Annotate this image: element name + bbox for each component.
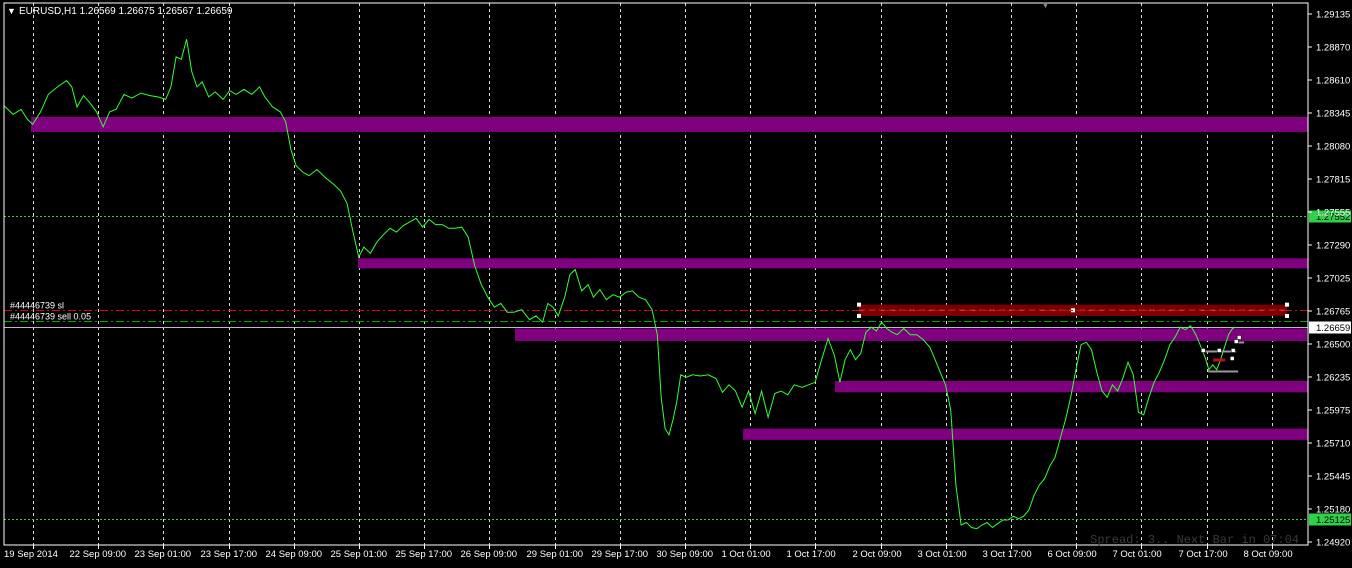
y-tick-label: 1.27815	[1316, 175, 1350, 186]
chart-canvas[interactable]: 1.275521.25125#44446739 sl#44446739 sell…	[0, 0, 1352, 563]
y-tick-label: 1.27555	[1316, 208, 1350, 219]
zone-rect	[358, 258, 1308, 269]
y-tick-label: 1.28610	[1316, 76, 1350, 87]
zone-handle	[1285, 302, 1290, 307]
y-tick-label: 1.26765	[1316, 307, 1350, 318]
x-tick-label: 2 Oct 09:00	[853, 549, 902, 560]
trade-marker-point	[1229, 356, 1235, 361]
x-tick-label: 8 Oct 09:00	[1244, 549, 1293, 560]
trade-marker-bar	[1208, 370, 1239, 373]
y-tick-label: 1.25975	[1316, 406, 1350, 417]
y-tick-label: 1.29135	[1316, 10, 1350, 21]
y-tick-label: 1.26235	[1316, 373, 1350, 384]
x-tick-label: 7 Oct 01:00	[1113, 549, 1162, 560]
order-label: #44446739 sell 0.05	[10, 312, 91, 322]
x-tick-label: 24 Sep 09:00	[266, 549, 323, 560]
zone-handle	[1285, 313, 1290, 318]
spread-info: Spread: 3.. Next Bar in 07:04	[1090, 533, 1299, 547]
order-label: #44446739 sl	[10, 301, 64, 311]
y-tick-label: 1.25180	[1316, 505, 1350, 516]
price-chart[interactable]: 1.27552 1.25125 #44446739 sl #44446739 sell…	[0, 0, 1352, 563]
x-tick-label: 3 Oct 17:00	[983, 549, 1032, 560]
x-tick-label: 25 Sep 17:00	[396, 549, 453, 560]
x-tick-label: 26 Sep 09:00	[461, 549, 518, 560]
y-tick-label: 1.25710	[1316, 439, 1350, 450]
zone-handle	[857, 313, 862, 318]
x-tick-label: 25 Sep 01:00	[331, 549, 388, 560]
x-tick-label: 6 Oct 09:00	[1048, 549, 1097, 560]
chart-title: EURUSD,H1 1.26569 1.26675 1.26567 1.2665…	[19, 6, 233, 17]
y-tick-label: 1.28080	[1316, 142, 1350, 153]
x-tick-label: 3 Oct 01:00	[918, 549, 967, 560]
x-tick-label: 1 Oct 17:00	[787, 549, 836, 560]
y-tick-label: 1.24920	[1316, 538, 1350, 549]
price-marker-label: 1.26659	[1316, 323, 1350, 334]
x-tick-label: 30 Sep 09:00	[657, 549, 714, 560]
x-tick-label: 23 Sep 17:00	[201, 549, 258, 560]
x-tick-label: 23 Sep 01:00	[135, 549, 192, 560]
level-label: 1.25125	[1316, 515, 1350, 526]
trade-marker-point	[1230, 348, 1236, 353]
y-tick-label: 1.28345	[1316, 109, 1350, 120]
y-tick-label: 1.26500	[1316, 340, 1350, 351]
x-tick-label: 22 Sep 09:00	[70, 549, 127, 560]
zone-rect	[30, 116, 1309, 132]
y-tick-label: 1.27290	[1316, 241, 1350, 252]
x-tick-label: 29 Sep 17:00	[592, 549, 649, 560]
trade-marker-point	[1200, 348, 1206, 353]
zone-handle	[857, 302, 862, 307]
shift-marker-icon[interactable]: ▼	[1041, 0, 1050, 10]
trade-marker-bar	[1213, 358, 1226, 362]
x-tick-label: 19 Sep 2014	[4, 549, 58, 560]
y-tick-label: 1.28870	[1316, 43, 1350, 54]
trade-marker-point	[1216, 348, 1222, 353]
trade-marker-point	[1233, 339, 1239, 344]
x-tick-label: 29 Sep 01:00	[527, 549, 584, 560]
trade-marker-point	[1236, 335, 1242, 340]
zone-rect	[743, 428, 1308, 440]
x-tick-label: 7 Oct 17:00	[1179, 549, 1228, 560]
collapse-arrow-icon[interactable]: ▼	[7, 6, 16, 16]
x-tick-label: 1 Oct 01:00	[722, 549, 771, 560]
y-tick-label: 1.25445	[1316, 472, 1350, 483]
y-tick-label: 1.27025	[1316, 274, 1350, 285]
